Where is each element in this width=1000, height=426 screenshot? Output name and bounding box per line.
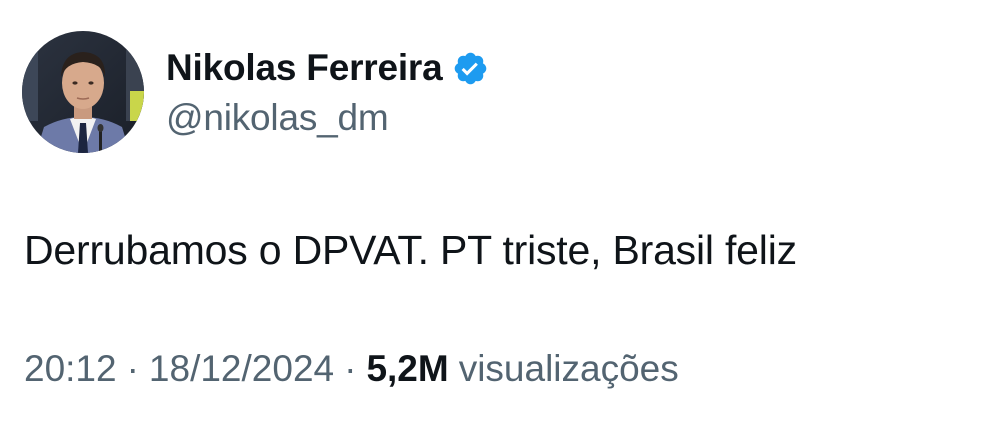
- views-label: visualizações: [458, 348, 679, 389]
- profile-photo-icon: [22, 31, 144, 153]
- author-handle[interactable]: @nikolas_dm: [166, 97, 389, 139]
- author-name[interactable]: Nikolas Ferreira: [166, 47, 443, 89]
- tweet-date[interactable]: 18/12/2024: [149, 348, 334, 390]
- tweet-meta: 20:12 · 18/12/2024 · 5,2M visualizações: [24, 348, 679, 390]
- verified-badge-icon[interactable]: [452, 50, 489, 87]
- tweet-text: Derrubamos o DPVAT. PT triste, Brasil fe…: [24, 227, 797, 273]
- avatar[interactable]: [22, 31, 144, 153]
- meta-separator: ·: [344, 348, 357, 389]
- meta-separator: ·: [126, 348, 139, 389]
- tweet-card: Nikolas Ferreira @nikolas_dm Derrubamos …: [0, 0, 1000, 426]
- views-count: 5,2M: [366, 348, 449, 389]
- tweet-time[interactable]: 20:12: [24, 348, 117, 390]
- author-name-row: Nikolas Ferreira: [166, 44, 489, 92]
